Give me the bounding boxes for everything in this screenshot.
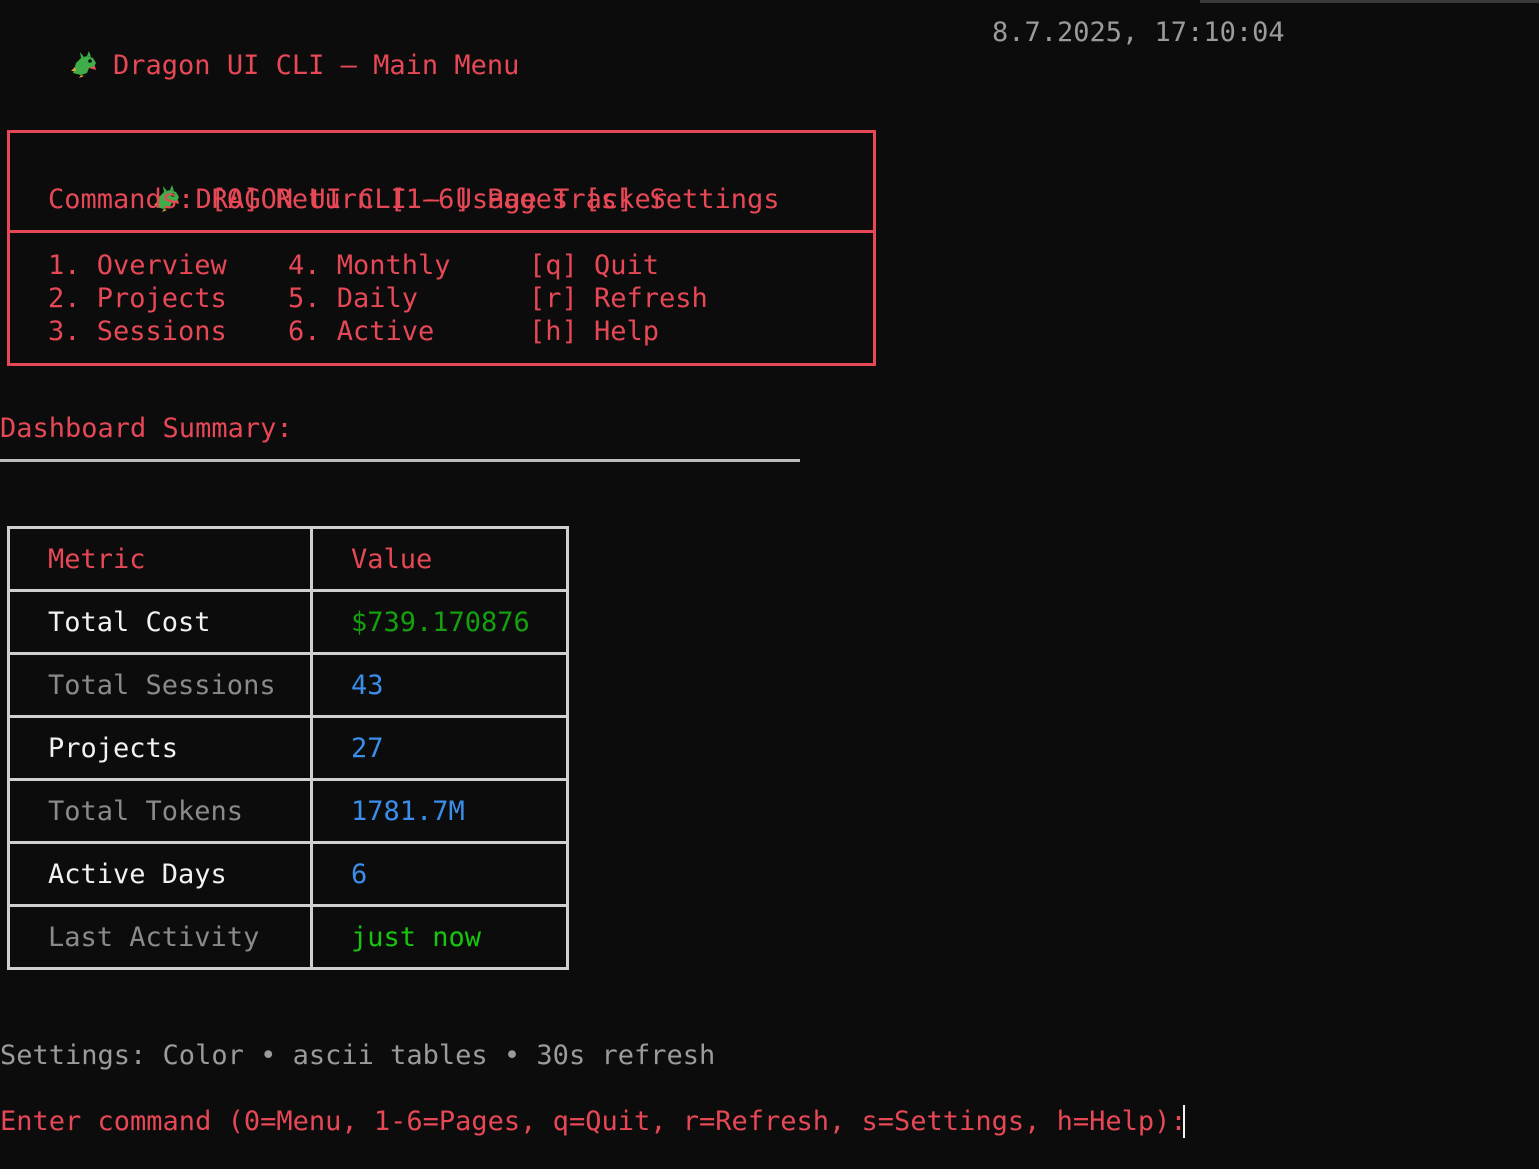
menu-item-sessions[interactable]: 3. Sessions: [48, 315, 227, 348]
table-row: Projects 27: [7, 715, 569, 781]
table-row: Total Cost $739.170876: [7, 589, 569, 655]
metric-label: Total Cost: [7, 589, 313, 655]
metric-label: Projects: [7, 715, 313, 781]
menu-item-projects[interactable]: 2. Projects: [48, 282, 227, 315]
metric-label: Active Days: [7, 841, 313, 907]
table-row: Last Activity just now: [7, 904, 569, 970]
metric-label: Last Activity: [7, 904, 313, 970]
text-cursor[interactable]: [1183, 1105, 1185, 1138]
metric-value: 27: [310, 715, 569, 781]
header-value: Value: [310, 526, 569, 592]
menu-item-help[interactable]: [h] Help: [529, 315, 659, 348]
menu-item-active[interactable]: 6. Active: [288, 315, 434, 348]
menu-box-commands: Commands: [0] Return [1-6] Pages [s] Set…: [48, 184, 780, 215]
clock: 8.7.2025, 17:10:04: [992, 17, 1285, 48]
command-prompt[interactable]: Enter command (0=Menu, 1-6=Pages, q=Quit…: [0, 1105, 1203, 1138]
metric-value: $739.170876: [310, 589, 569, 655]
metric-label: Total Sessions: [7, 652, 313, 718]
terminal-window: Dragon UI CLI – Main Menu 8.7.2025, 17:1…: [0, 0, 1539, 1169]
menu-item-daily[interactable]: 5. Daily: [288, 282, 418, 315]
summary-title: Dashboard Summary:: [0, 413, 293, 444]
summary-divider: [0, 459, 800, 462]
table-row: Total Tokens 1781.7M: [7, 778, 569, 844]
metric-value: 6: [310, 841, 569, 907]
menu-box-divider: [10, 230, 873, 233]
window-title-text: Dragon UI CLI – Main Menu: [113, 50, 520, 81]
summary-table: Metric Value Total Cost $739.170876 Tota…: [7, 526, 569, 970]
window-title: Dragon UI CLI – Main Menu: [4, 16, 519, 115]
metric-value: just now: [310, 904, 569, 970]
metric-label: Total Tokens: [7, 778, 313, 844]
metric-value: 1781.7M: [310, 778, 569, 844]
menu-item-quit[interactable]: [q] Quit: [529, 249, 659, 282]
table-header-row: Metric Value: [7, 526, 569, 592]
menu-item-monthly[interactable]: 4. Monthly: [288, 249, 451, 282]
dragon-icon: [71, 51, 97, 78]
metric-value: 43: [310, 652, 569, 718]
menu-item-overview[interactable]: 1. Overview: [48, 249, 227, 282]
table-row: Total Sessions 43: [7, 652, 569, 718]
menu-box: DRAGON UI CLI – Usage Tracker Commands: …: [7, 130, 876, 366]
settings-status: Settings: Color • ascii tables • 30s ref…: [0, 1040, 716, 1071]
header-metric: Metric: [7, 526, 313, 592]
menu-item-refresh[interactable]: [r] Refresh: [529, 282, 708, 315]
table-row: Active Days 6: [7, 841, 569, 907]
window-edge: [1200, 0, 1539, 3]
